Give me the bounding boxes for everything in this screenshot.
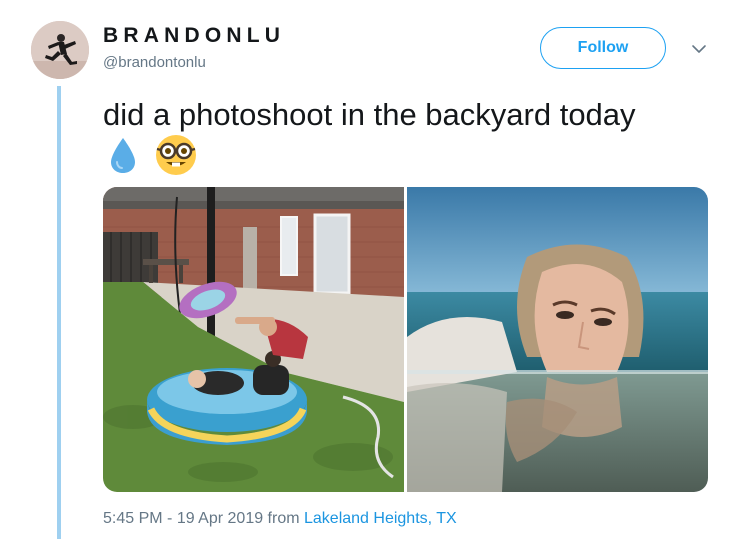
thread-line xyxy=(57,86,61,539)
location-link[interactable]: Lakeland Heights, TX xyxy=(304,510,457,527)
avatar-image xyxy=(31,21,89,79)
media-grid xyxy=(103,187,708,492)
chevron-down-icon[interactable] xyxy=(690,40,708,58)
timestamp-separator: - xyxy=(162,510,177,527)
tweet-timestamp: 5:45 PM - 19 Apr 2019 from Lakeland Heig… xyxy=(103,510,457,528)
droplet-icon xyxy=(106,135,140,175)
display-name[interactable]: BRANDONLU xyxy=(103,24,285,48)
tweet-text: did a photoshoot in the backyard today xyxy=(103,97,636,132)
follow-button[interactable]: Follow xyxy=(540,27,666,69)
avatar[interactable] xyxy=(31,21,89,79)
emoji-row xyxy=(106,133,198,177)
from-label: from xyxy=(263,510,304,527)
backyard-kiddie-pool-photo[interactable] xyxy=(103,187,404,492)
tweet-card: BRANDONLU @brandontonlu Follow did a pho… xyxy=(0,0,750,539)
tweet-date[interactable]: 19 Apr 2019 xyxy=(177,510,263,527)
tweet-time[interactable]: 5:45 PM xyxy=(103,510,163,527)
underwater-selfie-photo[interactable] xyxy=(407,187,708,492)
nerd-face-icon xyxy=(154,133,198,177)
user-handle[interactable]: @brandontonlu xyxy=(103,54,206,71)
